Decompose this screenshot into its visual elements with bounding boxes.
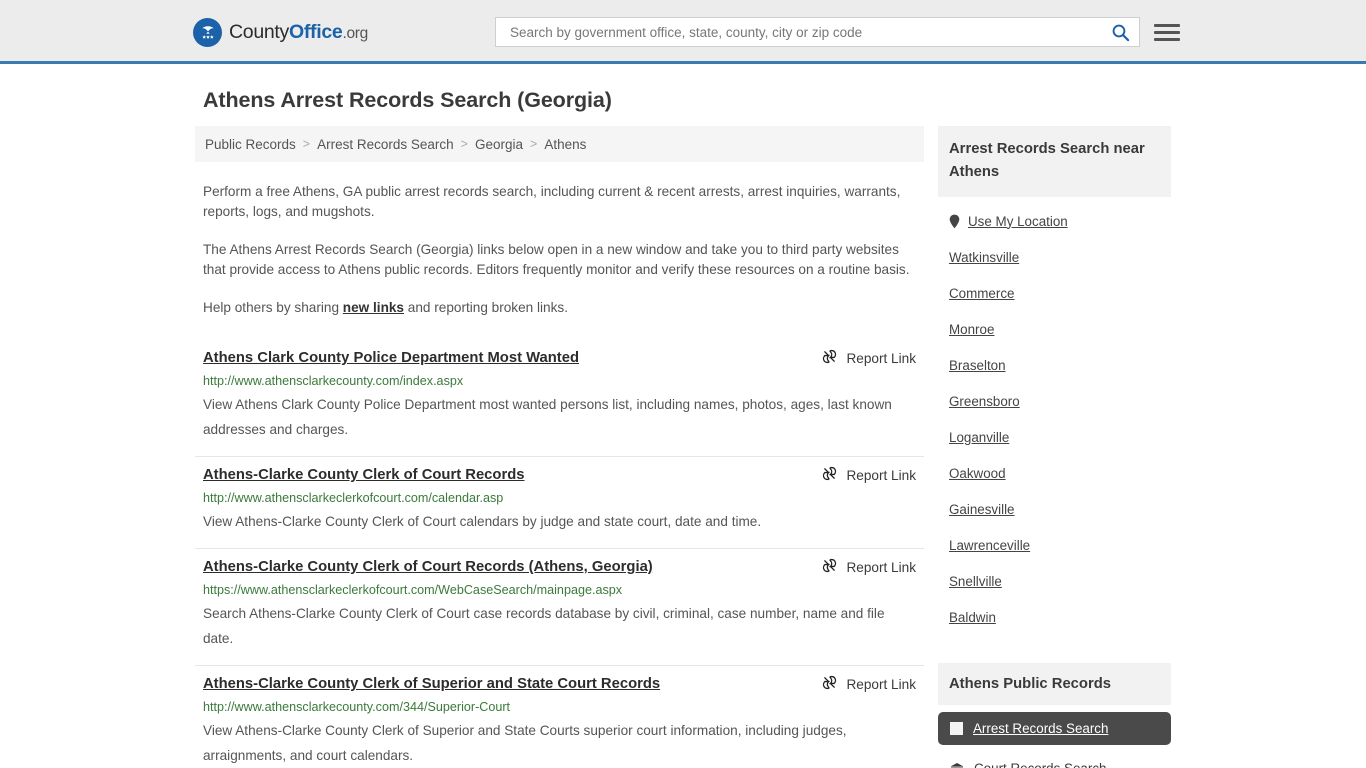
sidebar-city-loganville[interactable]: Loganville — [938, 419, 1171, 455]
sidebar-public-records-heading: Athens Public Records — [938, 663, 1171, 705]
sidebar-city-lawrenceville[interactable]: Lawrenceville — [938, 527, 1171, 563]
report-link-button[interactable]: Report Link — [822, 348, 916, 367]
logo-wordmark: CountyOffice.org — [229, 21, 368, 44]
result-url: http://www.athensclarkecounty.com/344/Su… — [203, 700, 511, 714]
city-link[interactable]: Baldwin — [949, 610, 996, 625]
city-link[interactable]: Braselton — [949, 358, 1006, 373]
search-icon[interactable] — [1109, 21, 1131, 43]
broken-link-icon — [822, 349, 837, 367]
sidebar-city-greensboro[interactable]: Greensboro — [938, 383, 1171, 419]
result-item: Athens-Clarke County Clerk of Court Reco… — [195, 549, 924, 666]
broken-link-icon — [822, 675, 837, 693]
search-input[interactable] — [508, 18, 1109, 46]
report-link-label: Report Link — [846, 676, 916, 692]
main-content: Public Records > Arrest Records Search >… — [195, 126, 924, 768]
square-icon — [950, 722, 963, 735]
breadcrumb-separator: > — [460, 137, 468, 151]
result-description: View Athens-Clarke County Clerk of Court… — [203, 514, 762, 529]
city-link[interactable]: Oakwood — [949, 466, 1006, 481]
city-link[interactable]: Watkinsville — [949, 250, 1019, 265]
sidebar-nearby-list: Use My Location Watkinsville Commerce Mo… — [938, 203, 1171, 635]
page-title: Athens Arrest Records Search (Georgia) — [203, 88, 612, 112]
breadcrumb-item-public-records[interactable]: Public Records — [205, 137, 296, 152]
breadcrumb-item-athens: Athens — [544, 136, 587, 152]
report-link-label: Report Link — [846, 350, 916, 366]
report-link-button[interactable]: Report Link — [822, 674, 916, 693]
result-title-link[interactable]: Athens Clark County Police Department Mo… — [203, 348, 579, 368]
city-link[interactable]: Greensboro — [949, 394, 1020, 409]
sidebar-city-braselton[interactable]: Braselton — [938, 347, 1171, 383]
intro-text-before: Help others by sharing — [203, 300, 343, 315]
site-header: CountyOffice.org — [0, 0, 1366, 64]
search-box[interactable] — [495, 17, 1140, 47]
breadcrumb-item-georgia[interactable]: Georgia — [475, 137, 523, 152]
report-link-button[interactable]: Report Link — [822, 557, 916, 576]
breadcrumb: Public Records > Arrest Records Search >… — [195, 126, 924, 162]
sidebar-item-court-records-search[interactable]: Court Records Search — [938, 752, 1171, 768]
breadcrumb-item-arrest-records-search[interactable]: Arrest Records Search — [317, 137, 454, 152]
map-pin-icon — [949, 214, 960, 229]
results-list: Athens Clark County Police Department Mo… — [195, 340, 924, 768]
result-description: Search Athens-Clarke County Clerk of Cou… — [203, 606, 885, 646]
result-title-link[interactable]: Athens-Clarke County Clerk of Court Reco… — [203, 465, 524, 485]
result-url: http://www.athensclarkeclerkofcourt.com/… — [203, 491, 504, 505]
intro-paragraph-2: The Athens Arrest Records Search (Georgi… — [203, 242, 910, 277]
intro-paragraph-1: Perform a free Athens, GA public arrest … — [203, 184, 901, 219]
sidebar-city-watkinsville[interactable]: Watkinsville — [938, 239, 1171, 275]
result-url: http://www.athensclarkecounty.com/index.… — [203, 374, 464, 388]
site-logo[interactable]: CountyOffice.org — [193, 18, 368, 47]
new-links-link[interactable]: new links — [343, 300, 404, 315]
result-description: View Athens-Clarke County Clerk of Super… — [203, 723, 847, 763]
public-record-link[interactable]: Arrest Records Search — [973, 721, 1108, 736]
sidebar-item-arrest-records-search[interactable]: Arrest Records Search — [938, 712, 1171, 745]
sidebar-city-gainesville[interactable]: Gainesville — [938, 491, 1171, 527]
result-title-link[interactable]: Athens-Clarke County Clerk of Court Reco… — [203, 557, 653, 577]
sidebar-city-snellville[interactable]: Snellville — [938, 563, 1171, 599]
city-link[interactable]: Snellville — [949, 574, 1002, 589]
city-link[interactable]: Lawrenceville — [949, 538, 1030, 553]
sidebar-city-oakwood[interactable]: Oakwood — [938, 455, 1171, 491]
intro-section: Perform a free Athens, GA public arrest … — [195, 182, 924, 318]
intro-paragraph-3: Help others by sharing new links and rep… — [203, 298, 916, 318]
city-link[interactable]: Gainesville — [949, 502, 1015, 517]
result-item: Athens Clark County Police Department Mo… — [195, 340, 924, 457]
city-link[interactable]: Commerce — [949, 286, 1014, 301]
sidebar: Arrest Records Search near Athens Use My… — [938, 126, 1171, 768]
intro-text-after: and reporting broken links. — [404, 300, 568, 315]
report-link-label: Report Link — [846, 559, 916, 575]
use-my-location-link[interactable]: Use My Location — [968, 214, 1068, 229]
sidebar-city-baldwin[interactable]: Baldwin — [938, 599, 1171, 635]
courthouse-icon — [950, 762, 964, 768]
eagle-shield-icon — [193, 18, 222, 47]
header-search-area — [495, 17, 1180, 47]
result-url: https://www.athensclarkeclerkofcourt.com… — [203, 583, 623, 597]
breadcrumb-separator: > — [530, 137, 538, 151]
sidebar-city-commerce[interactable]: Commerce — [938, 275, 1171, 311]
sidebar-city-monroe[interactable]: Monroe — [938, 311, 1171, 347]
breadcrumb-separator: > — [302, 137, 311, 151]
logo-text-office: Office — [289, 21, 343, 43]
broken-link-icon — [822, 466, 837, 484]
logo-text-org: .org — [342, 25, 368, 42]
hamburger-menu-icon[interactable] — [1154, 23, 1180, 41]
broken-link-icon — [822, 558, 837, 576]
use-my-location-item[interactable]: Use My Location — [938, 203, 1171, 239]
report-link-button[interactable]: Report Link — [822, 465, 916, 484]
result-description: View Athens Clark County Police Departme… — [203, 397, 892, 437]
result-title-link[interactable]: Athens-Clarke County Clerk of Superior a… — [203, 674, 660, 694]
result-item: Athens-Clarke County Clerk of Superior a… — [195, 666, 924, 768]
sidebar-near-heading: Arrest Records Search near Athens — [938, 126, 1171, 197]
report-link-label: Report Link — [846, 467, 916, 483]
city-link[interactable]: Loganville — [949, 430, 1009, 445]
logo-text-county: County — [229, 21, 289, 43]
city-link[interactable]: Monroe — [949, 322, 994, 337]
result-item: Athens-Clarke County Clerk of Court Reco… — [195, 457, 924, 549]
public-record-link[interactable]: Court Records Search — [974, 761, 1106, 768]
